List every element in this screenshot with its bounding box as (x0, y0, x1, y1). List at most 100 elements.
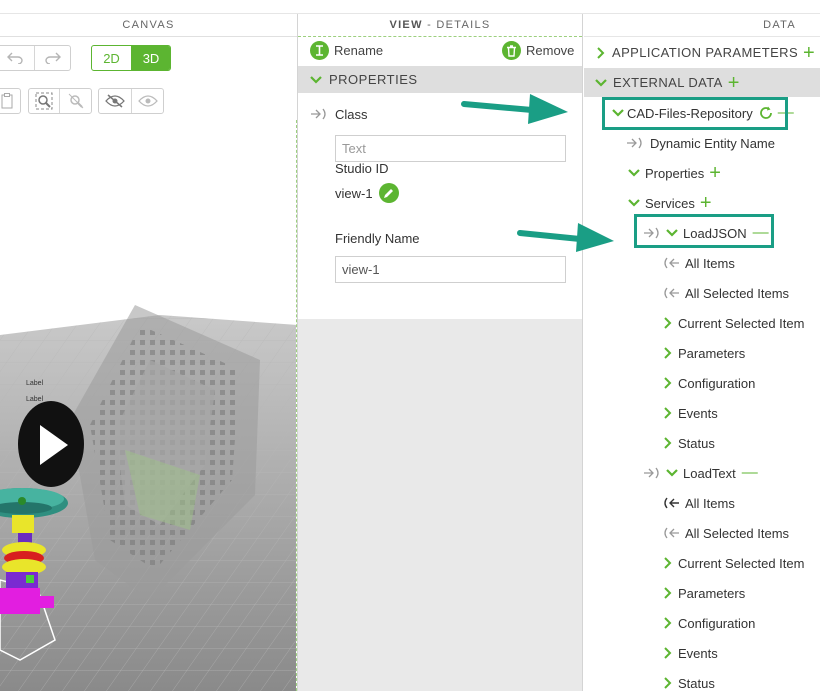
chevron-down-icon (666, 469, 678, 477)
properties-node[interactable]: Properties + (628, 162, 721, 184)
clipboard-button[interactable] (0, 89, 20, 113)
app-params-section[interactable]: APPLICATION PARAMETERS + (584, 38, 820, 67)
canvas-toolbar: 2D 3D (0, 38, 297, 84)
chevron-right-icon (664, 437, 672, 449)
chevron-right-icon (664, 587, 672, 599)
add-service-icon[interactable]: + (700, 193, 712, 213)
details-title-bold: VIEW (389, 19, 423, 31)
back-arrow-icon (664, 527, 679, 539)
dynamic-entity-label: Dynamic Entity Name (650, 135, 775, 151)
loadtext-label: LoadText (683, 465, 736, 481)
dynamic-entity-node[interactable]: Dynamic Entity Name (626, 132, 775, 154)
edit-pencil-icon[interactable] (378, 183, 399, 203)
loadjson-all-selected-items[interactable]: All Selected Items (660, 282, 789, 304)
chevron-right-icon (664, 617, 672, 629)
tree-item-label: Current Selected Item (678, 315, 805, 331)
zoom-group (28, 88, 92, 114)
loadtext-current-selected-item[interactable]: Current Selected Item (664, 552, 804, 574)
external-data-section[interactable]: EXTERNAL DATA + (584, 68, 820, 97)
scene-label-2: Label (26, 396, 44, 403)
trash-icon (502, 41, 521, 60)
services-node[interactable]: Services + (628, 192, 712, 214)
clipboard-icon (1, 93, 12, 109)
remove-button[interactable]: Remove (502, 41, 574, 60)
chevron-right-icon (597, 46, 605, 59)
rename-icon (310, 41, 329, 60)
loadtext-status[interactable]: Status (664, 672, 715, 691)
add-property-icon[interactable]: + (709, 163, 721, 183)
back-arrow-icon (664, 257, 679, 269)
annotation-arrow-repository (461, 94, 568, 124)
canvas-3d-scene[interactable]: Label Label (0, 120, 297, 691)
external-data-label: EXTERNAL DATA (613, 75, 723, 90)
rename-label: Rename (334, 43, 384, 58)
bind-arrow-icon (311, 108, 326, 120)
annotation-arrow-loadjson (517, 223, 614, 252)
loadjson-parameters[interactable]: Parameters (664, 342, 745, 364)
loadtext-events[interactable]: Events (664, 642, 718, 664)
remove-label: Remove (526, 43, 575, 58)
add-external-data-icon[interactable]: + (728, 73, 740, 93)
class-label: Class (335, 107, 368, 122)
bind-arrow-icon (627, 137, 642, 149)
properties-section-title: PROPERTIES (329, 72, 418, 87)
data-panel: DATA APPLICATION PARAMETERS + EXTERNAL D… (584, 14, 820, 691)
app-root: CANVAS 2D 3D Label Label VIEW - DETAILS … (0, 0, 820, 691)
loadjson-highlight (634, 214, 774, 248)
tree-item-label: All Selected Items (685, 285, 790, 301)
chevron-right-icon (664, 557, 672, 569)
view-mode-group: 2D 3D (91, 45, 171, 71)
eye-icon (137, 95, 158, 107)
properties-label: Properties (645, 165, 705, 181)
hide-button[interactable] (99, 89, 132, 113)
tree-item-label: Parameters (678, 345, 746, 361)
loadjson-events[interactable]: Events (664, 402, 718, 424)
redo-icon (44, 52, 61, 64)
zoom-fit-button[interactable] (29, 89, 60, 113)
canvas-panel: CANVAS 2D 3D Label Label (0, 14, 297, 691)
loadjson-configuration[interactable]: Configuration (664, 372, 755, 394)
loadtext-node[interactable]: LoadText — (643, 462, 758, 484)
properties-body: Class Studio ID view-1 Friendly Name (298, 93, 582, 319)
chevron-down-icon (628, 169, 640, 177)
loadtext-all-items[interactable]: All Items (660, 492, 735, 514)
tree-item-label: Configuration (678, 615, 756, 631)
repository-highlight (602, 97, 788, 130)
chevron-right-icon (664, 377, 672, 389)
scene-label-1: Label (26, 380, 44, 387)
chevron-right-icon (664, 677, 672, 689)
loadjson-all-items[interactable]: All Items (660, 252, 735, 274)
clipboard-group (0, 88, 21, 114)
friendly-name-input[interactable] (335, 256, 566, 283)
tree-item-label: Events (678, 405, 718, 421)
zoom-selected-button[interactable] (60, 89, 91, 113)
class-input[interactable] (335, 135, 566, 162)
friendly-name-label: Friendly Name (335, 231, 420, 246)
loadtext-parameters[interactable]: Parameters (664, 582, 745, 604)
undo-redo-group (0, 45, 71, 71)
loadtext-configuration[interactable]: Configuration (664, 612, 755, 634)
loadjson-current-selected-item[interactable]: Current Selected Item (664, 312, 804, 334)
rename-button[interactable]: Rename (310, 41, 383, 60)
show-button[interactable] (132, 89, 163, 113)
add-app-param-icon[interactable]: + (803, 43, 815, 63)
tree-item-label: All Items (685, 495, 735, 511)
mode-3d-button[interactable]: 3D (132, 46, 170, 70)
details-title: VIEW - DETAILS (298, 14, 582, 37)
chevron-down-icon (310, 75, 322, 84)
undo-button[interactable] (0, 46, 35, 70)
chevron-right-icon (664, 317, 672, 329)
tree-item-label: Configuration (678, 375, 756, 391)
loadtext-all-selected-items[interactable]: All Selected Items (660, 522, 789, 544)
mode-2d-button[interactable]: 2D (92, 46, 132, 70)
loadjson-status[interactable]: Status (664, 432, 715, 454)
chevron-down-icon (595, 78, 607, 87)
tree-item-label: All Items (685, 255, 735, 271)
back-arrow-icon (664, 497, 679, 509)
chevron-right-icon (664, 407, 672, 419)
tree-item-label: Events (678, 645, 718, 661)
services-label: Services (645, 195, 695, 211)
studio-id-value: view-1 (335, 185, 373, 201)
redo-button[interactable] (35, 46, 70, 70)
remove-loadtext-icon[interactable]: — (742, 464, 758, 482)
